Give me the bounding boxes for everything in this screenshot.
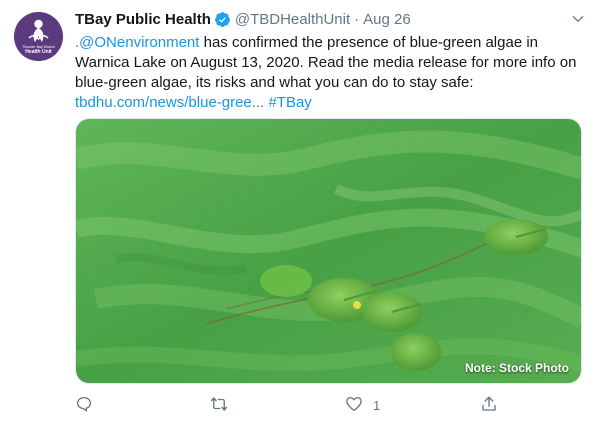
tweet-actions: 1 — [75, 393, 505, 417]
share-icon — [480, 395, 498, 416]
like-count: 1 — [373, 397, 381, 413]
tweet-header: TBay Public Health @TBDHealthUnit · Aug … — [75, 8, 411, 30]
heart-icon — [345, 395, 363, 416]
avatar[interactable]: Thunder Bay District Health Unit — [14, 12, 63, 61]
algae-lake-photo — [76, 119, 581, 383]
share-button[interactable] — [480, 393, 498, 417]
handle[interactable]: @TBDHealthUnit — [235, 11, 350, 28]
news-link[interactable]: tbdhu.com/news/blue-gree... — [75, 94, 264, 111]
retweet-icon — [210, 395, 228, 416]
svg-text:Health Unit: Health Unit — [25, 49, 52, 55]
like-button[interactable]: 1 — [345, 393, 380, 417]
separator-dot: · — [354, 10, 360, 28]
reply-icon — [75, 395, 93, 416]
retweet-button[interactable] — [210, 393, 228, 417]
verified-badge-icon — [214, 11, 231, 28]
reply-button[interactable] — [75, 393, 93, 417]
hashtag-link[interactable]: #TBay — [268, 94, 311, 111]
tweet-text: .@ONenvironment has confirmed the presen… — [75, 33, 585, 113]
display-name[interactable]: TBay Public Health — [75, 11, 211, 28]
health-unit-logo-icon: Thunder Bay District Health Unit — [14, 12, 63, 61]
media-caption: Note: Stock Photo — [465, 361, 569, 375]
mention-link[interactable]: .@ONenvironment — [75, 34, 199, 51]
tweet-card[interactable]: Thunder Bay District Health Unit TBay Pu… — [0, 0, 599, 427]
chevron-down-icon[interactable] — [571, 12, 585, 26]
timestamp[interactable]: Aug 26 — [363, 11, 411, 28]
media-image[interactable]: Note: Stock Photo — [75, 118, 582, 384]
